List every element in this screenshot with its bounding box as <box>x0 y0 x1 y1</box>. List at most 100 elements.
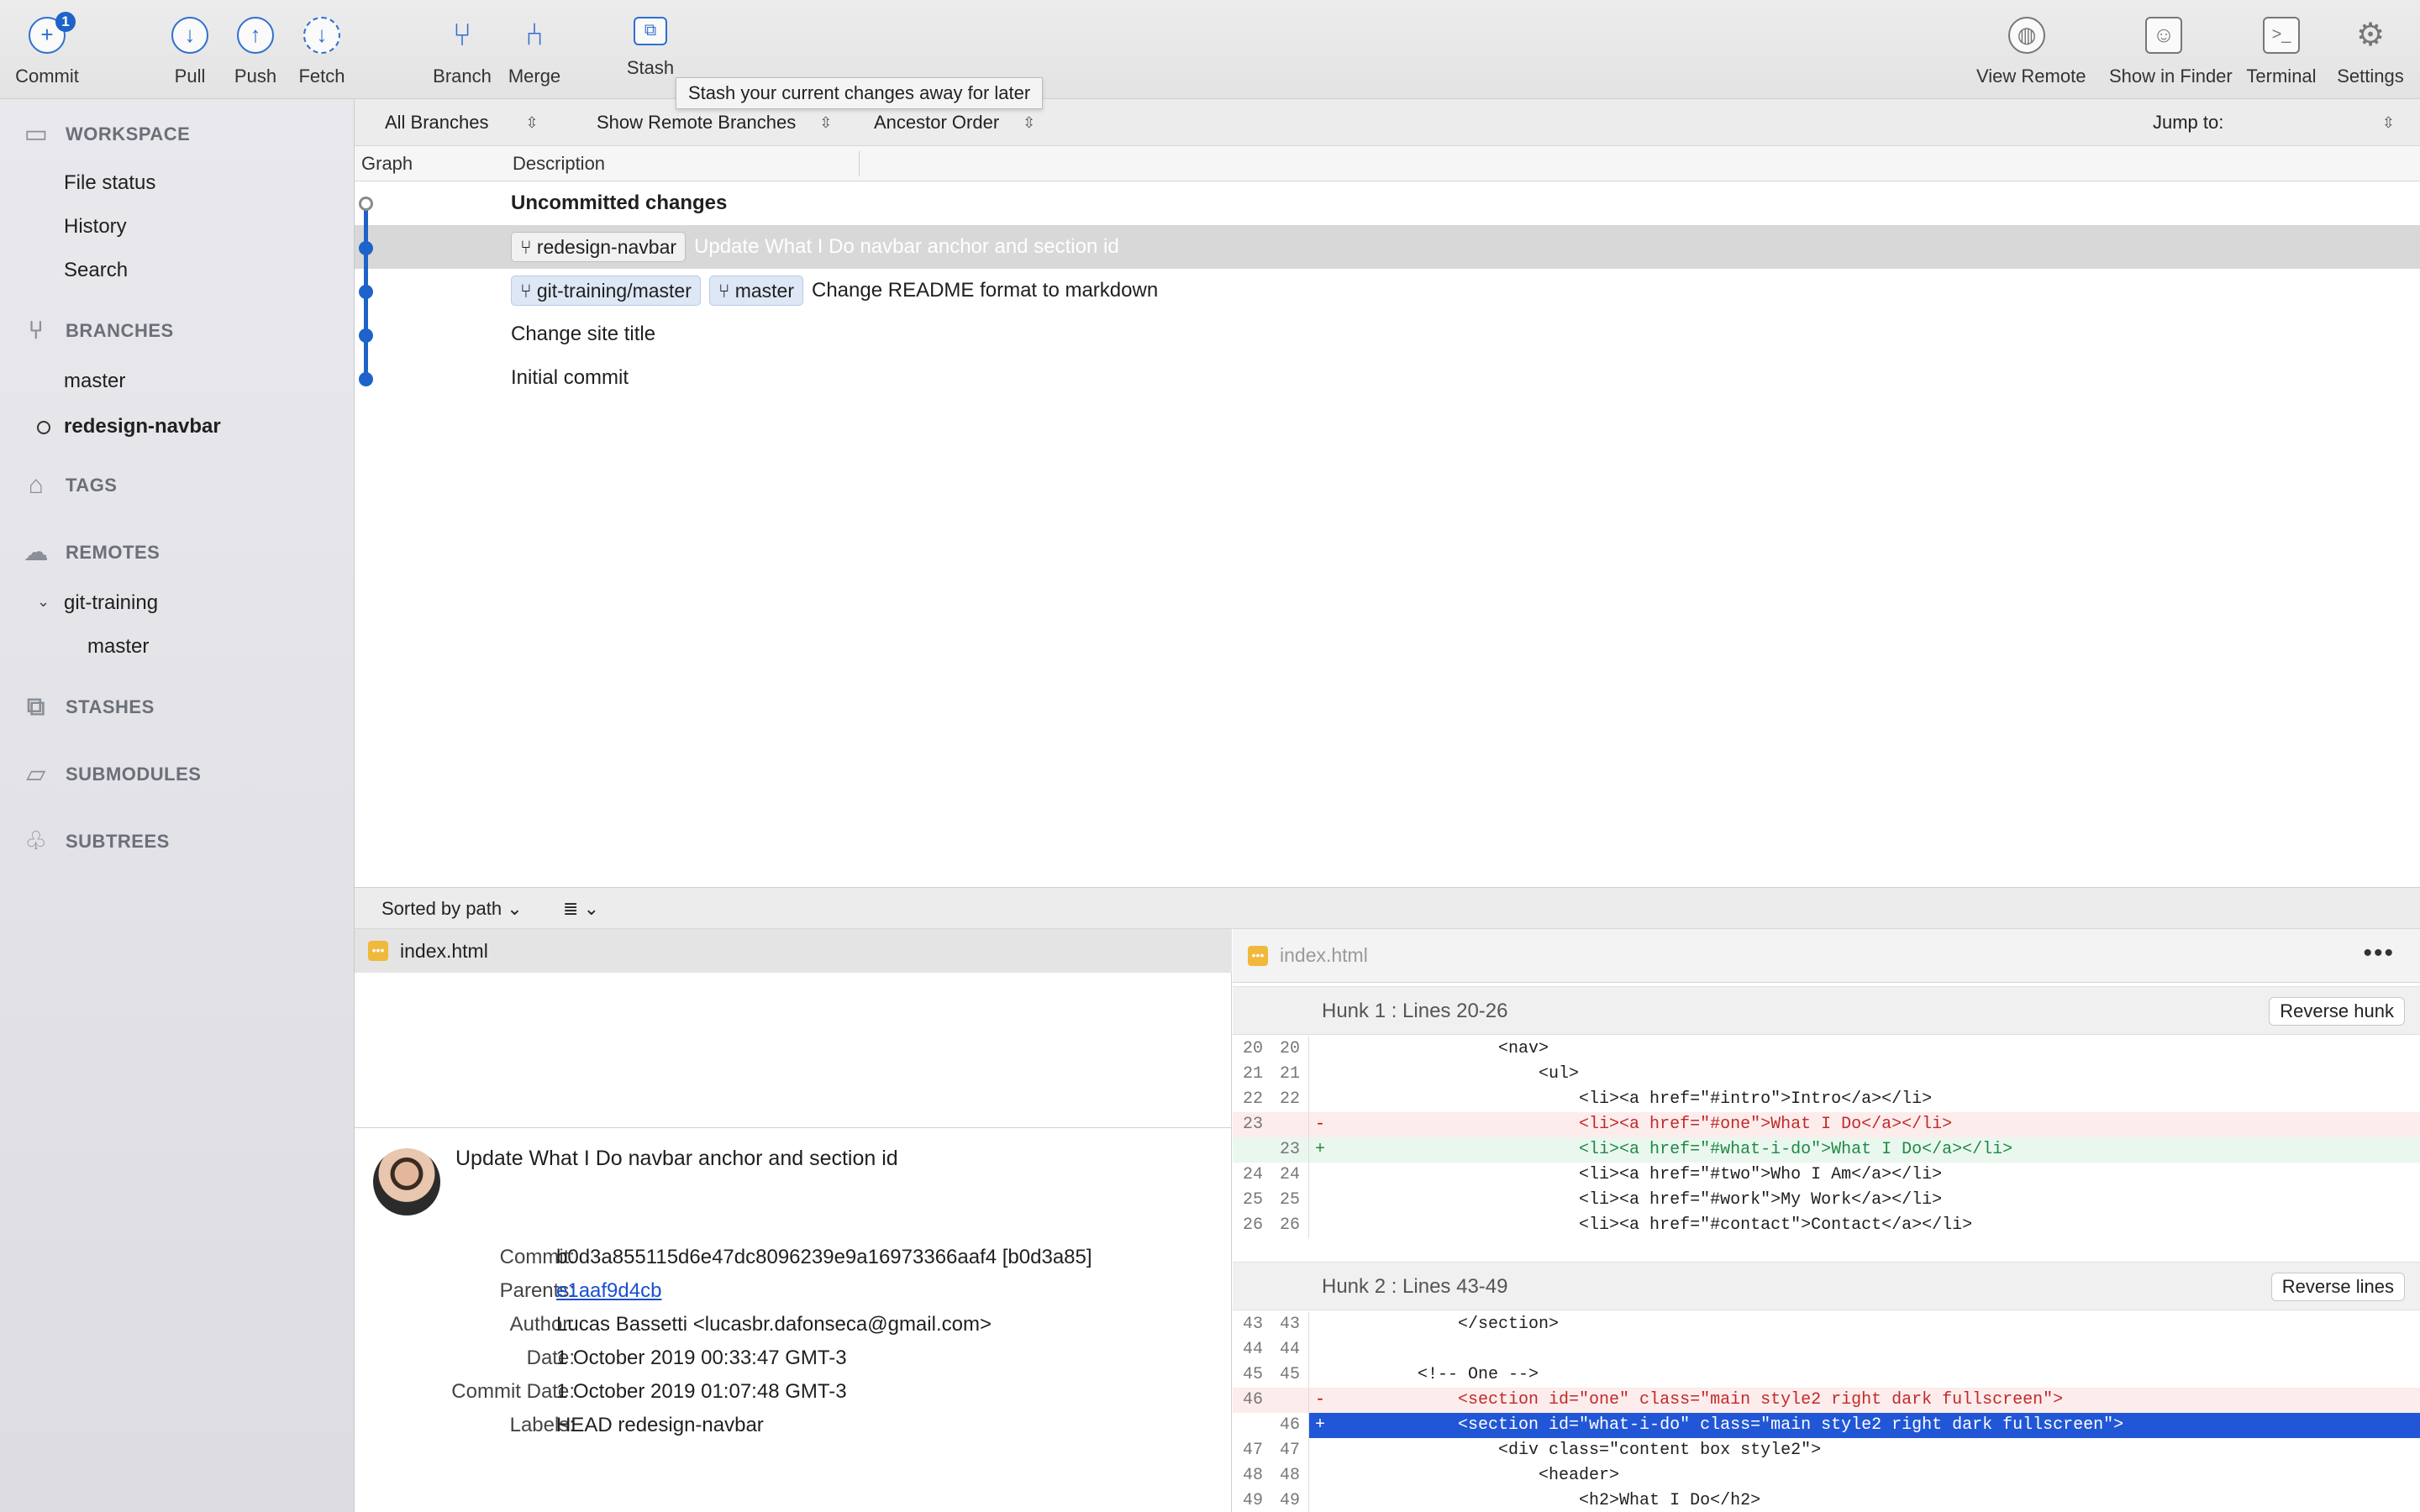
diff-line[interactable]: 23 - <li><a href="#one">What I Do</a></li… <box>1233 1112 2420 1137</box>
file-list-toolbar: Sorted by path ⌄ ≣ ⌄ ⌕ ⚙⌄ <box>355 887 2420 929</box>
view-remote-button[interactable]: ◍ View Remote <box>1976 17 2086 87</box>
sidebar-section-branches[interactable]: ⑂ BRANCHES <box>18 314 174 348</box>
sidebar-section-remotes[interactable]: ☁ REMOTES <box>18 536 160 570</box>
code-text: <section id="one" class="main style2 rig… <box>1337 1390 2064 1410</box>
settings-button[interactable]: ⚙ Settings <box>2320 17 2420 87</box>
commit-row[interactable]: Change site title <box>355 312 2420 356</box>
remotes-heading: REMOTES <box>66 542 160 563</box>
commit-date-row: Commit Date: 1 October 2019 01:07:48 GMT… <box>355 1380 1232 1414</box>
diff-line[interactable]: 20 20 <nav> <box>1233 1037 2420 1062</box>
terminal-icon: >_ <box>2263 17 2300 54</box>
diff-line[interactable]: 45 45 <!-- One --> <box>1233 1362 2420 1388</box>
commit-row[interactable]: ⑂ git-training/master ⑂ master Change READ… <box>355 269 2420 312</box>
cloud-icon: ☁ <box>23 538 50 566</box>
sourcetree-window: +1 Commit ↓ Pull ↑ Push ↓ Fetch ⑂ Branch… <box>0 0 2420 1512</box>
chevron-down-icon[interactable]: ⌄ <box>37 593 50 611</box>
diff-line[interactable]: 47 47 <div class="content box style2"> <box>1233 1438 2420 1463</box>
commit-label: Commit <box>15 66 79 87</box>
modified-file-icon: ••• <box>368 941 388 961</box>
avatar <box>373 1148 440 1215</box>
branches-filter-select[interactable]: All Branches ⇳ <box>385 99 539 146</box>
fetch-icon: ↓ <box>303 17 340 54</box>
labels-value: HEAD redesign-navbar <box>556 1414 764 1436</box>
diff-line[interactable]: 21 21 <ul> <box>1233 1062 2420 1087</box>
sidebar-item-master[interactable]: master <box>64 365 125 398</box>
merge-button[interactable]: ⑃ Merge <box>484 17 585 87</box>
sidebar-item-search[interactable]: Search <box>64 254 128 287</box>
commit-button[interactable]: +1 Commit <box>0 12 97 87</box>
gutter-divider <box>1308 1188 1309 1213</box>
diff-line[interactable]: 46 - <section id="one" class="main style2… <box>1233 1388 2420 1413</box>
old-line-number: 26 <box>1242 1215 1263 1235</box>
stash-button[interactable]: ⧉ Stash <box>621 17 680 79</box>
sidebar-item-git-training[interactable]: git-training <box>64 586 158 620</box>
commit-row[interactable]: Uncommitted changes <box>355 181 2420 225</box>
author-value: Lucas Bassetti <lucasbr.dafonseca@gmail.… <box>556 1313 992 1336</box>
parent-link[interactable]: e1aaf9d4cb <box>556 1279 661 1303</box>
terminal-button[interactable]: >_ Terminal <box>2231 17 2332 87</box>
code-text: </section> <box>1337 1315 1560 1334</box>
sidebar-item-redesign-navbar[interactable]: redesign-navbar <box>64 410 221 444</box>
reverse-lines-button[interactable]: Reverse lines <box>2270 1273 2405 1301</box>
stash-tooltip: Stash your current changes away for late… <box>676 77 1044 109</box>
more-options-icon[interactable]: ••• <box>2363 939 2395 968</box>
diff-header: ••• index.html ••• <box>1233 929 2420 983</box>
branches-filter-value: All Branches <box>385 112 489 133</box>
gutter-divider <box>1308 1488 1309 1512</box>
sidebar-section-workspace[interactable]: ▭ WORKSPACE <box>18 118 190 151</box>
sidebar-section-tags[interactable]: ⌂ TAGS <box>18 469 117 502</box>
description-column-header[interactable]: Description <box>513 146 605 181</box>
sort-dropdown[interactable]: Sorted by path ⌄ <box>381 888 523 930</box>
new-line-number: 46 <box>1279 1415 1300 1435</box>
new-line-number: 21 <box>1279 1064 1300 1084</box>
commit-row[interactable]: Initial commit <box>355 356 2420 400</box>
sidebar-section-stashes[interactable]: ⧉ STASHES <box>18 690 155 724</box>
merge-icon: ⑃ <box>524 18 544 53</box>
tag-icon: ⌂ <box>28 471 45 499</box>
diff-sign: - <box>1315 1390 1326 1410</box>
sidebar-section-submodules[interactable]: ▱ SUBMODULES <box>18 758 201 791</box>
sidebar-item-file-status[interactable]: File status <box>64 166 155 200</box>
toolbar: +1 Commit ↓ Pull ↑ Push ↓ Fetch ⑂ Branch… <box>0 0 2420 109</box>
diff-line[interactable]: 26 26 <li><a href="#contact">Contact</a><… <box>1233 1213 2420 1238</box>
commit-row[interactable]: ⑂ redesign-navbar Update What I Do navbar… <box>355 225 2420 269</box>
sidebar-item-history[interactable]: History <box>64 210 127 244</box>
updown-chevron-icon: ⇳ <box>2381 114 2395 131</box>
branch-ref-badge: ⑂ redesign-navbar <box>511 232 687 262</box>
hunk-title: Hunk 1 : Lines 20-26 <box>1322 1000 1508 1022</box>
gutter-divider <box>1308 1312 1309 1337</box>
sidebar-section-subtrees[interactable]: ♧ SUBTREES <box>18 825 170 858</box>
commit-message: Initial commit <box>511 366 629 389</box>
new-line-number: 45 <box>1279 1365 1300 1384</box>
old-line-number: 21 <box>1242 1064 1263 1084</box>
sidebar-item-remote-master[interactable]: master <box>87 630 149 664</box>
show-in-finder-button[interactable]: ☺ Show in Finder <box>2109 17 2233 87</box>
diff-line[interactable]: 46 + <section id="what-i-do" class="main … <box>1233 1413 2420 1438</box>
diff-line[interactable]: 49 49 <h2>What I Do</h2> <box>1233 1488 2420 1512</box>
gutter-divider <box>1308 1388 1309 1413</box>
code-text: <li><a href="#what-i-do">What I Do</a></… <box>1337 1140 2013 1159</box>
old-line-number: 47 <box>1242 1441 1263 1460</box>
diff-line[interactable]: 48 48 <header> <box>1233 1463 2420 1488</box>
graph-column-header[interactable]: Graph <box>361 146 413 181</box>
diff-line[interactable]: 24 24 <li><a href="#two">Who I Am</a></li… <box>1233 1163 2420 1188</box>
new-line-number: 43 <box>1279 1315 1300 1334</box>
diff-line[interactable]: 25 25 <li><a href="#work">My Work</a></li… <box>1233 1188 2420 1213</box>
jump-to-select[interactable]: Jump to: ⇳ <box>2153 99 2405 146</box>
diff-line[interactable]: 23 + <li><a href="#what-i-do">What I Do</… <box>1233 1137 2420 1163</box>
merge-label: Merge <box>508 66 561 87</box>
column-divider[interactable] <box>859 151 860 176</box>
gutter-divider <box>1308 1463 1309 1488</box>
diff-line[interactable]: 22 22 <li><a href="#intro">Intro</a></li> <box>1233 1087 2420 1112</box>
diff-line[interactable]: 43 43 </section> <box>1233 1312 2420 1337</box>
fetch-button[interactable]: ↓ Fetch <box>271 17 372 87</box>
view-remote-label: View Remote <box>1976 66 2086 87</box>
gutter-divider <box>1308 1213 1309 1238</box>
reverse-hunk-button[interactable]: Reverse hunk <box>2269 997 2405 1026</box>
file-row[interactable]: ••• index.html <box>355 929 1232 973</box>
diff-line[interactable]: 44 44 <box>1233 1337 2420 1362</box>
code-text: <li><a href="#two">Who I Am</a></li> <box>1337 1165 1943 1184</box>
gutter-divider <box>1308 1362 1309 1388</box>
branch-ref-badge: ⑂ master <box>708 276 803 306</box>
view-mode-dropdown[interactable]: ≣ ⌄ <box>563 888 599 930</box>
